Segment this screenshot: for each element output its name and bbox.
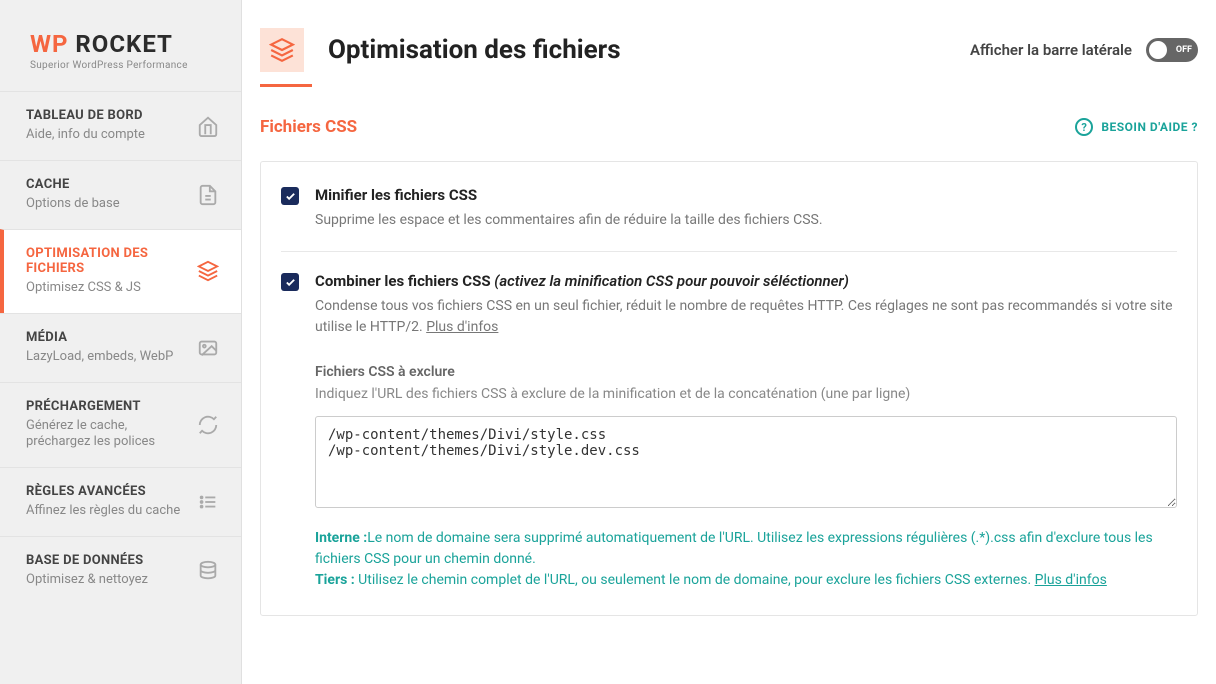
header-layers-icon xyxy=(260,28,304,72)
refresh-icon xyxy=(197,414,219,436)
section-header: Fichiers CSS ? BESOIN D'AIDE ? xyxy=(260,117,1198,137)
section-title: Fichiers CSS xyxy=(260,117,357,137)
main: Optimisation des fichiers Afficher la ba… xyxy=(242,0,1216,684)
home-icon xyxy=(197,115,219,137)
nav-dashboard[interactable]: TABLEAU DE BORDAide, info du compte xyxy=(0,91,241,160)
page-header: Optimisation des fichiers Afficher la ba… xyxy=(242,0,1216,84)
header-actions: Afficher la barre latérale OFF xyxy=(970,38,1198,62)
exclude-css-textarea[interactable] xyxy=(315,416,1177,508)
combine-css-checkbox[interactable] xyxy=(281,273,299,291)
help-link[interactable]: ? BESOIN D'AIDE ? xyxy=(1075,118,1198,136)
toggle-off-label: OFF xyxy=(1176,45,1192,55)
sidebar-toggle[interactable]: OFF xyxy=(1146,38,1198,62)
more-info-link[interactable]: Plus d'infos xyxy=(426,319,498,335)
content: Fichiers CSS ? BESOIN D'AIDE ? Minifier … xyxy=(242,87,1216,684)
help-label: BESOIN D'AIDE ? xyxy=(1101,120,1198,134)
page-title: Optimisation des fichiers xyxy=(328,35,946,65)
combine-css-desc: Condense tous vos fichiers CSS en un seu… xyxy=(315,296,1177,338)
minify-css-checkbox[interactable] xyxy=(281,187,299,205)
logo-tagline: Superior WordPress Performance xyxy=(30,60,221,71)
exclude-block: Fichiers CSS à exclure Indiquez l'URL de… xyxy=(315,364,1177,591)
minify-css-title: Minifier les fichiers CSS xyxy=(315,186,1177,204)
nav-media[interactable]: MÉDIALazyLoad, embeds, WebP xyxy=(0,313,241,382)
nav-file-optimization[interactable]: OPTIMISATION DES FICHIERSOptimisez CSS &… xyxy=(0,229,241,313)
sidebar-toggle-label: Afficher la barre latérale xyxy=(970,41,1132,59)
image-icon xyxy=(197,337,219,359)
option-minify-css: Minifier les fichiers CSS Supprime les e… xyxy=(281,186,1177,252)
exclude-title: Fichiers CSS à exclure xyxy=(315,364,1177,380)
combine-css-title: Combiner les fichiers CSS (activez la mi… xyxy=(315,272,1177,290)
tiers-more-info-link[interactable]: Plus d'infos xyxy=(1035,572,1107,588)
minify-css-desc: Supprime les espace et les commentaires … xyxy=(315,210,1177,231)
option-combine-css: Combiner les fichiers CSS (activez la mi… xyxy=(281,272,1177,591)
logo-text: WP ROCKET xyxy=(30,30,221,58)
file-icon xyxy=(197,184,219,206)
database-icon xyxy=(197,560,219,582)
exclude-subtitle: Indiquez l'URL des fichiers CSS à exclur… xyxy=(315,386,1177,402)
sidebar: WP ROCKET Superior WordPress Performance… xyxy=(0,0,242,684)
logo: WP ROCKET Superior WordPress Performance xyxy=(0,0,241,91)
exclude-notes: Interne :Le nom de domaine sera supprimé… xyxy=(315,528,1177,591)
layers-icon xyxy=(197,260,219,282)
app-root: WP ROCKET Superior WordPress Performance… xyxy=(0,0,1216,684)
nav: TABLEAU DE BORDAide, info du compte CACH… xyxy=(0,91,241,684)
nav-preload[interactable]: PRÉCHARGEMENTGénérez le cache, précharge… xyxy=(0,382,241,468)
settings-panel: Minifier les fichiers CSS Supprime les e… xyxy=(260,161,1198,616)
help-icon: ? xyxy=(1075,118,1093,136)
nav-database[interactable]: BASE DE DONNÉESOptimisez & nettoyez xyxy=(0,536,241,605)
settings-icon xyxy=(197,491,219,513)
nav-advanced-rules[interactable]: RÈGLES AVANCÉESAffinez les règles du cac… xyxy=(0,467,241,536)
nav-cache[interactable]: CACHEOptions de base xyxy=(0,160,241,229)
toggle-knob xyxy=(1149,41,1167,59)
